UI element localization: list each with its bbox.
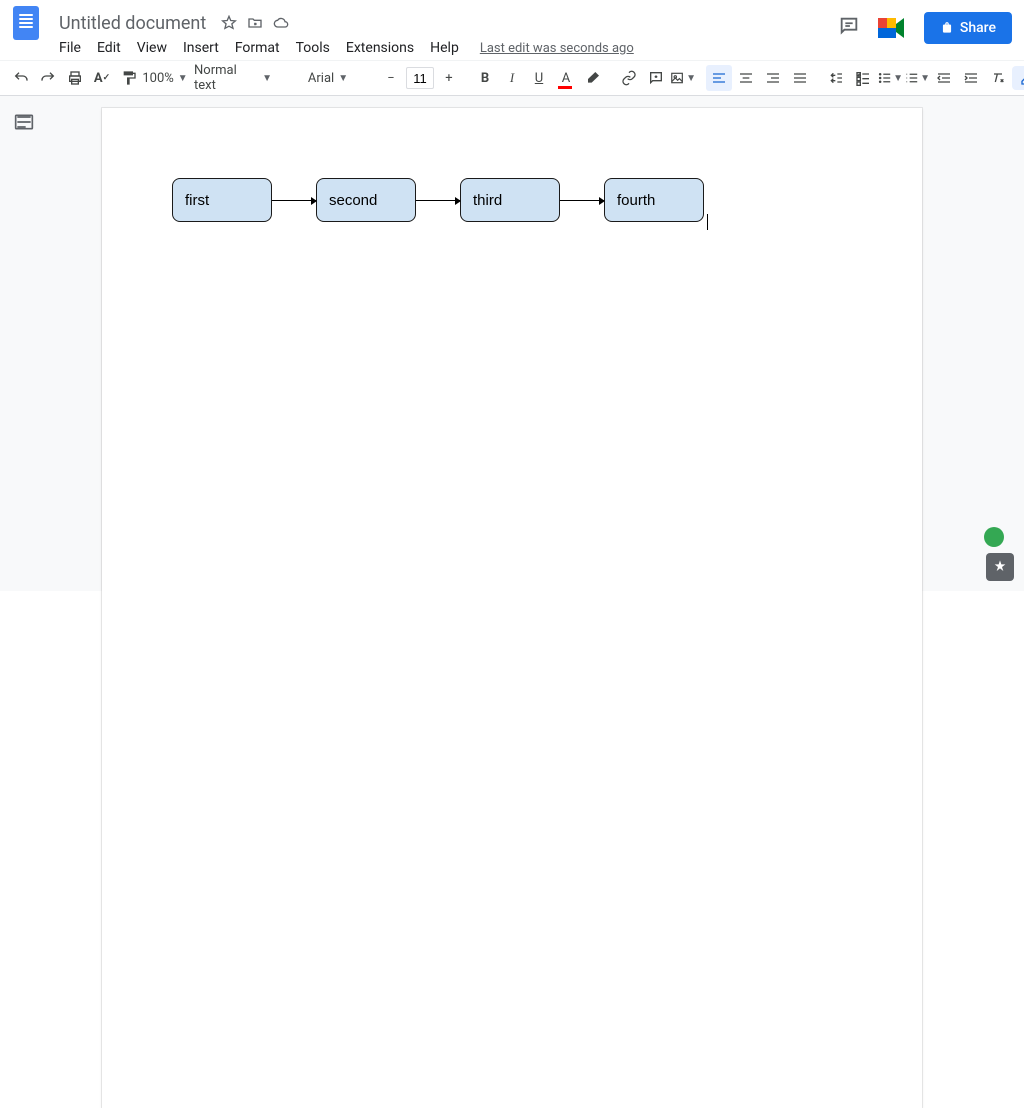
insert-link-button[interactable] xyxy=(616,65,642,91)
menu-insert[interactable]: Insert xyxy=(176,36,226,60)
explore-button[interactable] xyxy=(986,553,1014,581)
add-comment-button[interactable] xyxy=(643,65,669,91)
menu-tools[interactable]: Tools xyxy=(289,36,337,60)
increase-font-size-button[interactable]: + xyxy=(436,65,462,91)
diagram-box-3[interactable]: third xyxy=(460,178,560,222)
document-page[interactable]: first second third fourth xyxy=(102,108,922,1108)
menu-format[interactable]: Format xyxy=(228,36,287,60)
highlight-color-button[interactable] xyxy=(580,65,606,91)
spellcheck-button[interactable]: A✓ xyxy=(89,65,115,91)
numbered-list-button[interactable]: ▼ xyxy=(904,65,930,91)
italic-button[interactable]: I xyxy=(499,65,525,91)
menu-edit[interactable]: Edit xyxy=(90,36,128,60)
decrease-font-size-button[interactable]: − xyxy=(378,65,404,91)
diagram-arrow xyxy=(560,200,604,201)
menu-extensions[interactable]: Extensions xyxy=(339,36,421,60)
paint-format-button[interactable] xyxy=(116,65,142,91)
font-size-input[interactable] xyxy=(406,67,434,89)
align-justify-button[interactable] xyxy=(787,65,813,91)
menu-view[interactable]: View xyxy=(130,36,174,60)
star-icon[interactable] xyxy=(221,15,237,31)
line-spacing-button[interactable] xyxy=(823,65,849,91)
print-button[interactable] xyxy=(62,65,88,91)
redo-button[interactable] xyxy=(35,65,61,91)
align-left-button[interactable] xyxy=(706,65,732,91)
diagram-box-1[interactable]: first xyxy=(172,178,272,222)
menu-help[interactable]: Help xyxy=(423,36,466,60)
bold-button[interactable]: B xyxy=(472,65,498,91)
align-right-button[interactable] xyxy=(760,65,786,91)
menu-file[interactable]: File xyxy=(52,36,88,60)
diagram-box-2[interactable]: second xyxy=(316,178,416,222)
clear-formatting-button[interactable] xyxy=(985,65,1011,91)
insert-image-button[interactable]: ▼ xyxy=(670,65,696,91)
paragraph-style-select[interactable]: Normal text▼ xyxy=(188,65,278,91)
undo-button[interactable] xyxy=(8,65,34,91)
diagram-arrow xyxy=(272,200,316,201)
document-outline-button[interactable] xyxy=(14,112,34,136)
document-title-input[interactable]: Untitled document xyxy=(52,11,213,36)
last-edit-link[interactable]: Last edit was seconds ago xyxy=(480,41,634,56)
diagram-arrow xyxy=(416,200,460,201)
move-icon[interactable] xyxy=(247,15,263,31)
editing-mode-button[interactable]: ▼ xyxy=(1012,66,1024,90)
account-avatar[interactable] xyxy=(984,527,1004,547)
align-center-button[interactable] xyxy=(733,65,759,91)
meet-icon[interactable] xyxy=(876,14,908,42)
text-color-button[interactable]: A xyxy=(553,65,579,91)
zoom-select[interactable]: 100%▼ xyxy=(152,65,178,91)
underline-button[interactable]: U xyxy=(526,65,552,91)
share-label: Share xyxy=(960,20,996,36)
checklist-button[interactable] xyxy=(850,65,876,91)
docs-logo-icon[interactable] xyxy=(8,5,44,41)
comment-history-icon[interactable] xyxy=(838,15,860,41)
increase-indent-button[interactable] xyxy=(958,65,984,91)
cloud-status-icon[interactable] xyxy=(273,15,289,31)
bulleted-list-button[interactable]: ▼ xyxy=(877,65,903,91)
diagram-box-4[interactable]: fourth xyxy=(604,178,704,222)
text-cursor xyxy=(707,214,708,230)
share-button[interactable]: Share xyxy=(924,12,1012,44)
font-select[interactable]: Arial▼ xyxy=(288,65,368,91)
decrease-indent-button[interactable] xyxy=(931,65,957,91)
